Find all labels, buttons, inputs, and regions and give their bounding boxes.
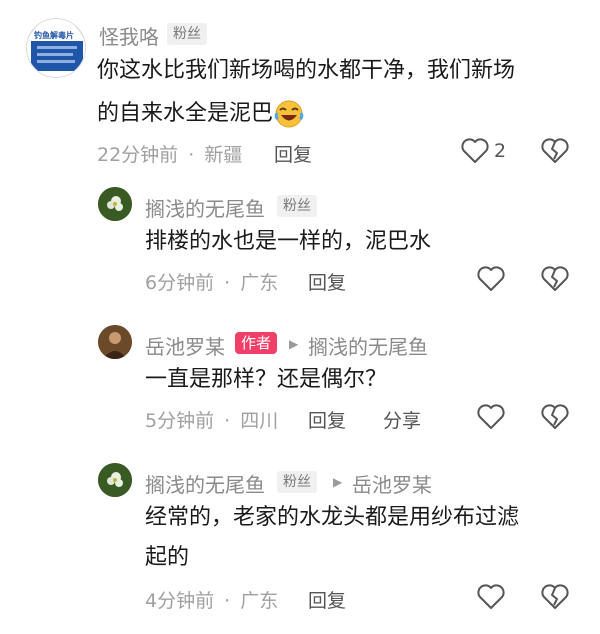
comment-text-line-1: 你这水比我们新场喝的水都干净，我们新场 <box>97 58 516 83</box>
location: 四川 <box>240 410 279 432</box>
book-cover-avatar-icon: 钓鱼解毒片 <box>31 27 83 71</box>
username[interactable]: 怪我咯 <box>99 21 159 50</box>
reply-arrow-icon: ▶ <box>333 475 343 489</box>
heart-icon <box>477 584 505 609</box>
timestamp: 4分钟前 <box>145 590 215 612</box>
reply-to-username[interactable]: 搁浅的无尾鱼 <box>308 331 428 360</box>
reply-button[interactable]: 回复 <box>308 586 346 613</box>
comment-meta: 6分钟前 · 广东 <box>145 268 278 295</box>
broken-heart-icon <box>541 266 569 291</box>
reply-button[interactable]: 回复 <box>308 406 346 433</box>
avatar[interactable] <box>98 187 132 221</box>
avatar[interactable] <box>98 463 132 497</box>
comment-text-line-1: 经常的，老家的水龙头都是用纱布过滤 <box>145 505 520 530</box>
like-button[interactable] <box>476 403 506 431</box>
fan-badge: 粉丝 <box>167 23 207 45</box>
username[interactable]: 搁浅的无尾鱼 <box>145 193 265 222</box>
dislike-button[interactable] <box>540 265 570 293</box>
like-button[interactable]: 2 <box>460 137 506 165</box>
timestamp: 6分钟前 <box>145 272 215 294</box>
separator: · <box>224 410 231 432</box>
like-count: 2 <box>494 140 507 162</box>
heart-icon <box>477 266 505 291</box>
broken-heart-icon <box>541 584 569 609</box>
username[interactable]: 搁浅的无尾鱼 <box>145 469 265 498</box>
location: 新疆 <box>204 144 243 166</box>
username[interactable]: 岳池罗某 <box>145 331 225 360</box>
svg-text:钓鱼解毒片: 钓鱼解毒片 <box>34 30 74 40</box>
reply-button[interactable]: 回复 <box>274 140 312 167</box>
broken-heart-icon <box>541 138 569 163</box>
timestamp: 5分钟前 <box>145 410 215 432</box>
comment-text: 一直是那样？还是偶尔？ <box>145 367 388 392</box>
share-button[interactable]: 分享 <box>383 406 421 433</box>
separator: · <box>224 590 231 612</box>
separator: · <box>224 272 231 294</box>
location: 广东 <box>240 590 279 612</box>
reply-arrow-icon: ▶ <box>289 337 299 351</box>
timestamp: 22分钟前 <box>97 144 179 166</box>
flower-avatar-icon <box>98 187 132 221</box>
comment-meta: 4分钟前 · 广东 <box>145 586 278 613</box>
dislike-button[interactable] <box>540 403 570 431</box>
comment-text: 排楼的水也是一样的，泥巴水 <box>145 229 432 254</box>
reply-to-username[interactable]: 岳池罗某 <box>352 469 432 498</box>
comment-text-line-2: 的自来水全是泥巴 <box>97 101 274 126</box>
heart-icon <box>461 138 489 163</box>
person-avatar-icon <box>98 325 132 359</box>
author-badge: 作者 <box>235 332 278 354</box>
laughing-emoji-icon <box>274 100 304 128</box>
avatar[interactable]: 钓鱼解毒片 <box>26 18 86 78</box>
like-button[interactable] <box>476 265 506 293</box>
avatar[interactable] <box>98 325 132 359</box>
fan-badge: 粉丝 <box>277 471 317 493</box>
fan-badge: 粉丝 <box>277 195 317 217</box>
heart-icon <box>477 404 505 429</box>
location: 广东 <box>240 272 279 294</box>
dislike-button[interactable] <box>540 583 570 611</box>
comment-text-line-2: 起的 <box>145 545 190 570</box>
comment-meta: 22分钟前 · 新疆 <box>97 140 242 167</box>
comment-meta: 5分钟前 · 四川 <box>145 406 278 433</box>
flower-avatar-icon <box>98 463 132 497</box>
dislike-button[interactable] <box>540 137 570 165</box>
comment-text-line-2-wrap: 的自来水全是泥巴 <box>97 92 304 136</box>
reply-button[interactable]: 回复 <box>308 268 346 295</box>
broken-heart-icon <box>541 404 569 429</box>
like-button[interactable] <box>476 583 506 611</box>
separator: · <box>188 144 195 166</box>
